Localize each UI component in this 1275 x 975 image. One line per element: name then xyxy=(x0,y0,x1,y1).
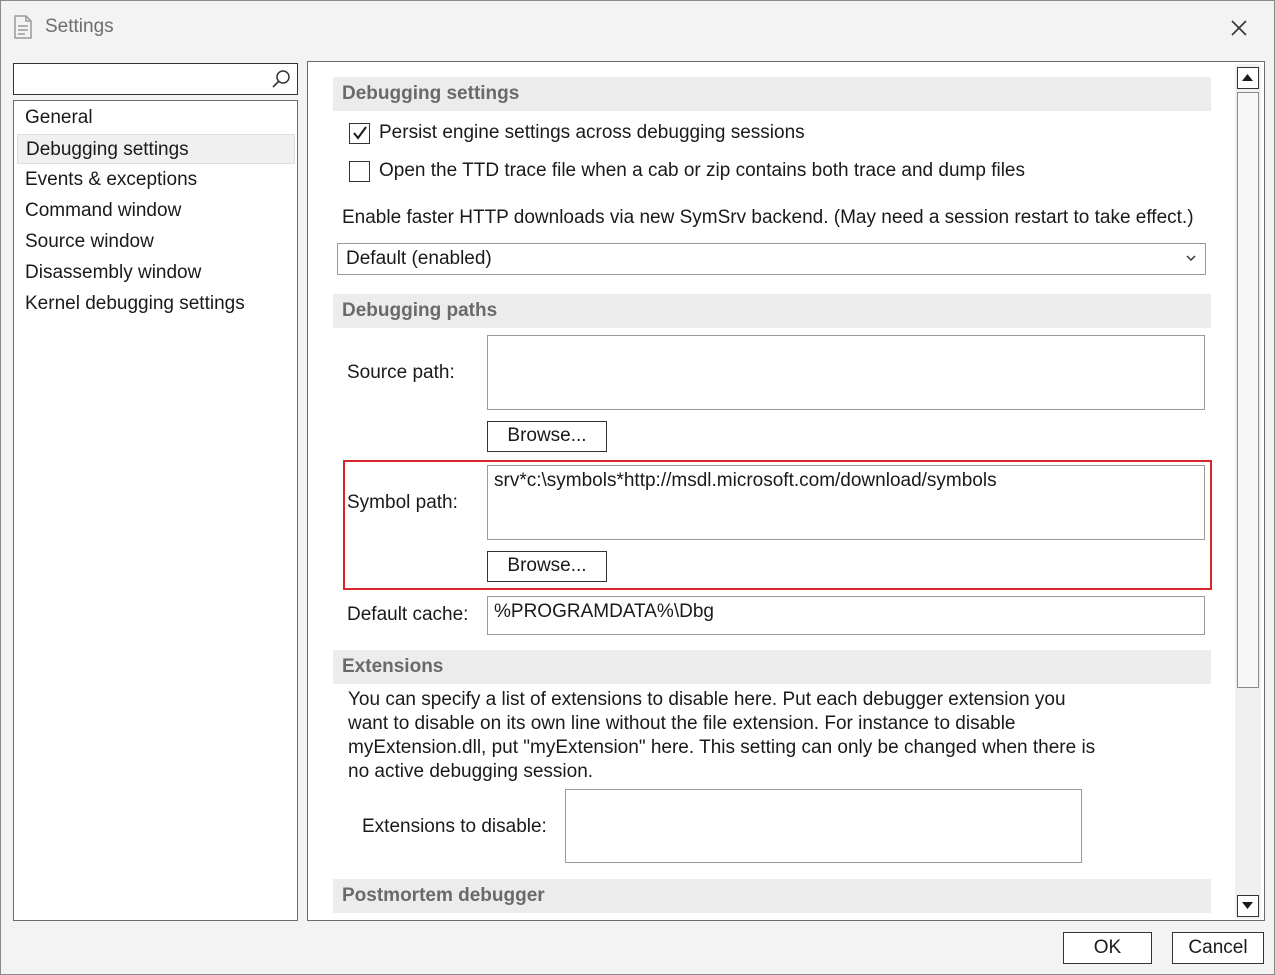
extensions-description: You can specify a list of extensions to … xyxy=(348,689,1096,782)
persist-settings-checkbox[interactable] xyxy=(349,123,370,144)
settings-document-icon xyxy=(14,15,32,39)
settings-content-panel: Debugging settings Persist engine settin… xyxy=(307,61,1265,921)
symbol-path-field[interactable]: srv*c:\symbols*http://msdl.microsoft.com… xyxy=(487,465,1205,540)
vertical-scrollbar[interactable] xyxy=(1235,64,1261,919)
settings-search xyxy=(13,63,298,95)
sidebar-item-disassembly-window[interactable]: Disassembly window xyxy=(17,258,295,288)
scroll-up-button[interactable] xyxy=(1237,67,1259,89)
extensions-to-disable-field[interactable] xyxy=(565,789,1082,863)
http-downloads-select-value: Default (enabled) xyxy=(346,248,492,269)
checkmark-icon xyxy=(353,126,367,140)
scroll-down-button[interactable] xyxy=(1237,895,1259,917)
default-cache-label: Default cache: xyxy=(347,604,469,625)
chevron-down-icon xyxy=(1186,255,1196,261)
source-path-field[interactable] xyxy=(487,335,1205,410)
symbol-path-browse-button[interactable]: Browse... xyxy=(487,551,607,582)
source-path-browse-button[interactable]: Browse... xyxy=(487,421,607,452)
section-header-debugging-paths: Debugging paths xyxy=(333,294,1211,328)
section-header-debugging-settings: Debugging settings xyxy=(333,77,1211,111)
sidebar-item-debugging-settings[interactable]: Debugging settings xyxy=(17,134,295,164)
title-bar: Settings xyxy=(1,1,1274,55)
ttd-trace-label: Open the TTD trace file when a cab or zi… xyxy=(379,160,1025,181)
sidebar-item-source-window[interactable]: Source window xyxy=(17,227,295,257)
extensions-to-disable-label: Extensions to disable: xyxy=(362,816,547,837)
settings-category-list: General Debugging settings Events & exce… xyxy=(13,100,298,921)
persist-settings-label: Persist engine settings across debugging… xyxy=(379,122,805,143)
window-title: Settings xyxy=(45,16,114,37)
http-downloads-select[interactable]: Default (enabled) xyxy=(337,243,1206,275)
ttd-trace-checkbox[interactable] xyxy=(349,161,370,182)
ok-button[interactable]: OK xyxy=(1063,932,1152,964)
section-header-extensions: Extensions xyxy=(333,650,1211,684)
default-cache-field[interactable]: %PROGRAMDATA%\Dbg xyxy=(487,596,1205,635)
scroll-thumb[interactable] xyxy=(1237,92,1259,688)
http-downloads-label: Enable faster HTTP downloads via new Sym… xyxy=(342,207,1194,228)
sidebar-item-general[interactable]: General xyxy=(17,103,295,133)
sidebar-item-kernel-debugging-settings[interactable]: Kernel debugging settings xyxy=(17,289,295,319)
sidebar-item-events-exceptions[interactable]: Events & exceptions xyxy=(17,165,295,195)
search-input[interactable] xyxy=(18,66,266,92)
cancel-button[interactable]: Cancel xyxy=(1172,932,1264,964)
arrow-up-icon xyxy=(1242,74,1253,81)
settings-window: Settings General Debugging settings Even… xyxy=(0,0,1275,975)
source-path-label: Source path: xyxy=(347,362,455,383)
search-icon[interactable] xyxy=(271,69,291,89)
arrow-down-icon xyxy=(1242,902,1253,909)
close-icon[interactable] xyxy=(1226,15,1252,41)
sidebar-item-command-window[interactable]: Command window xyxy=(17,196,295,226)
section-header-postmortem-debugger: Postmortem debugger xyxy=(333,879,1211,913)
symbol-path-label: Symbol path: xyxy=(347,492,458,513)
